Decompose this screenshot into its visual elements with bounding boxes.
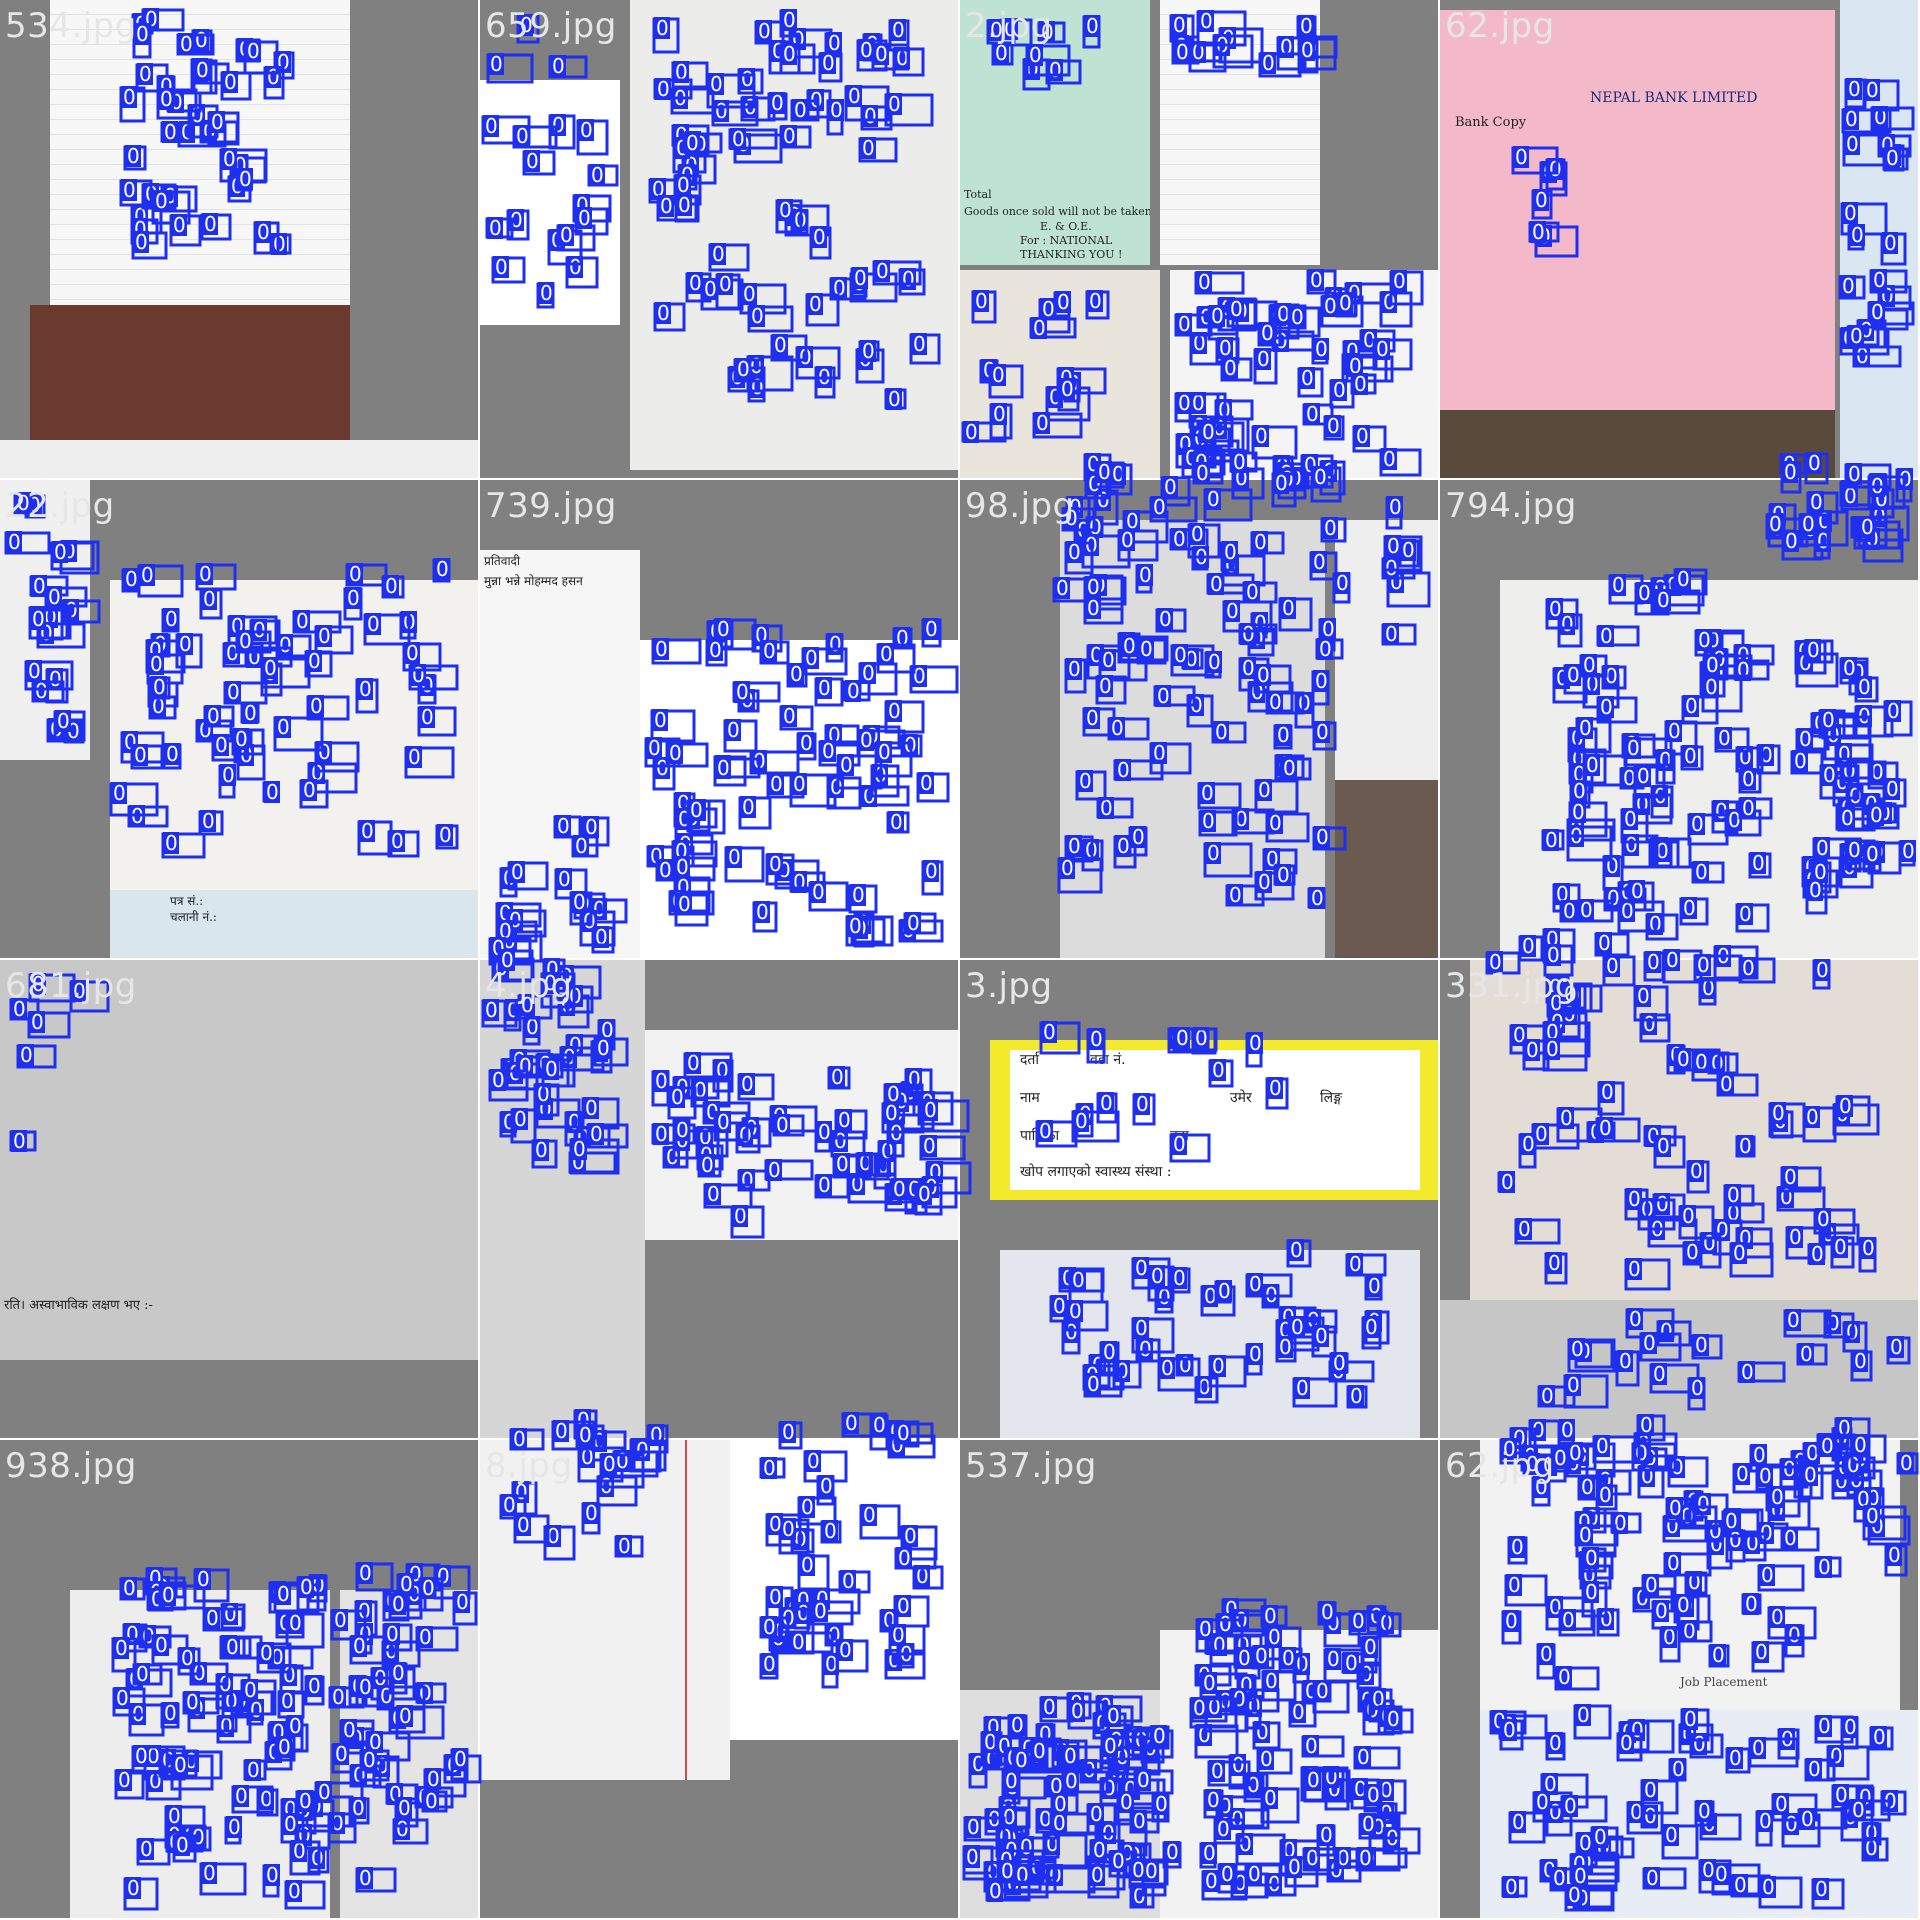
tile-label: 98.jpg xyxy=(965,486,1075,526)
image-mosaic-grid: 534.jpg 659.jpg 2.jpg Total Goods once s… xyxy=(0,0,1920,1920)
tile-label: 2.jpg xyxy=(965,6,1053,46)
tile: 22.jpg पत्र सं.: चलानी नं.: xyxy=(0,480,480,960)
bank-copy: Bank Copy xyxy=(1455,115,1527,130)
notebook-page xyxy=(1160,0,1320,265)
pratibadi: प्रतिवादी xyxy=(484,554,521,568)
document-page xyxy=(480,1440,730,1780)
ward-no: वडा नं. xyxy=(1090,1052,1126,1068)
patra-san: पत्र सं.: xyxy=(170,894,204,908)
document-page xyxy=(645,1030,958,1240)
document-page xyxy=(730,1440,958,1740)
tile-label: 8.jpg xyxy=(485,1446,573,1486)
document-page xyxy=(70,1590,330,1918)
tile-label: 659.jpg xyxy=(485,6,617,46)
document-page: रति। अस्वाभाविक लक्षण भए :- xyxy=(0,960,478,1360)
document-page: प्रतिवादी मुन्ना भन्ने मोहम्मद हसन xyxy=(480,550,640,958)
tile: 62.jpg NEPAL BANK LIMITED Bank Copy xyxy=(1440,0,1920,480)
tile: 534.jpg xyxy=(0,0,480,480)
tile: 681.jpg रति। अस्वाभाविक लक्षण भए :- xyxy=(0,960,480,1440)
document-page xyxy=(1060,520,1325,958)
handwritten-sheet xyxy=(960,270,1160,478)
document-page xyxy=(340,1590,478,1918)
receipt-note: Goods once sold will not be taken back. xyxy=(964,205,1150,218)
tile-label: 794.jpg xyxy=(1445,486,1577,526)
receipt-thanks: THANKING YOU ! xyxy=(1020,248,1123,261)
asvabhabik: रति। अस्वाभाविक लक्षण भए :- xyxy=(4,1298,153,1313)
photo-background xyxy=(1440,410,1835,478)
naam: नाम xyxy=(1020,1090,1040,1106)
document-page xyxy=(1840,0,1918,478)
tile-label: 938.jpg xyxy=(5,1446,137,1486)
document-page xyxy=(640,640,958,958)
khop: खोप लगाएको स्वास्थ्य संस्था : xyxy=(1020,1164,1172,1180)
ling: लिङ्ग xyxy=(1320,1090,1342,1106)
job-placement: Job Placement xyxy=(1680,1675,1768,1689)
tile: 2.jpg Total Goods once sold will not be … xyxy=(960,0,1440,480)
palika: पालिका xyxy=(1020,1128,1060,1144)
handwritten-document xyxy=(1470,960,1918,1300)
handwritten-document xyxy=(110,580,478,910)
tile: 331.jpg xyxy=(1440,960,1920,1440)
wada: वडा xyxy=(1170,1128,1189,1144)
document-page xyxy=(1440,1300,1918,1438)
form-footer: पत्र सं.: चलानी नं.: xyxy=(110,890,478,958)
tile: 62.jpg Job Placement xyxy=(1440,1440,1920,1920)
document-page xyxy=(480,80,620,325)
document-page xyxy=(1170,270,1438,478)
tile-label: 739.jpg xyxy=(485,486,617,526)
tile-label: 3.jpg xyxy=(965,966,1053,1006)
document-page xyxy=(960,1690,1160,1918)
tile: 537.jpg xyxy=(960,1440,1440,1920)
photo-background xyxy=(30,305,350,440)
mohammad: मुन्ना भन्ने मोहम्मद हसन xyxy=(484,574,583,588)
darta: दर्ता xyxy=(1020,1052,1040,1068)
tile-label: 537.jpg xyxy=(965,1446,1097,1486)
document-page xyxy=(1500,580,1918,958)
receipt-for: For : NATIONAL xyxy=(1020,234,1113,247)
tile-label: 62.jpg xyxy=(1445,6,1555,46)
document-page xyxy=(1480,1710,1918,1918)
tile: 3.jpg दर्ता वडा नं. नाम उमेर लिङ्ग पालिक… xyxy=(960,960,1440,1440)
chalani: चलानी नं.: xyxy=(170,910,217,924)
tile: 794.jpg xyxy=(1440,480,1920,960)
receipt-eoe: E. & O.E. xyxy=(1040,220,1092,233)
tile-label: 22.jpg xyxy=(5,486,115,526)
tile: 4.jpg xyxy=(480,960,960,1440)
document-page xyxy=(480,960,645,1438)
document-page xyxy=(1335,520,1438,780)
paper-strip xyxy=(0,440,478,478)
tile-label: 331.jpg xyxy=(1445,966,1577,1006)
umer: उमेर xyxy=(1230,1090,1252,1106)
bank-deposit-slip: NEPAL BANK LIMITED Bank Copy xyxy=(1440,10,1835,410)
tile-label: 62.jpg xyxy=(1445,1446,1555,1486)
tile: 739.jpg प्रतिवादी मुन्ना भन्ने मोहम्मद ह… xyxy=(480,480,960,960)
document-page xyxy=(1000,1250,1420,1438)
tile: 98.jpg xyxy=(960,480,1440,960)
tile: 8.jpg xyxy=(480,1440,960,1920)
vaccination-card: दर्ता वडा नं. नाम उमेर लिङ्ग पालिका वडा … xyxy=(990,1040,1438,1200)
tile-label: 534.jpg xyxy=(5,6,137,46)
bank-name: NEPAL BANK LIMITED xyxy=(1590,90,1758,106)
document-page xyxy=(1160,1630,1438,1918)
document-page xyxy=(630,0,958,470)
receipt-total: Total xyxy=(964,188,992,201)
tile: 659.jpg xyxy=(480,0,960,480)
tile-label: 681.jpg xyxy=(5,966,137,1006)
tile: 938.jpg xyxy=(0,1440,480,1920)
photo-background xyxy=(1335,780,1438,958)
tile-label: 4.jpg xyxy=(485,966,573,1006)
